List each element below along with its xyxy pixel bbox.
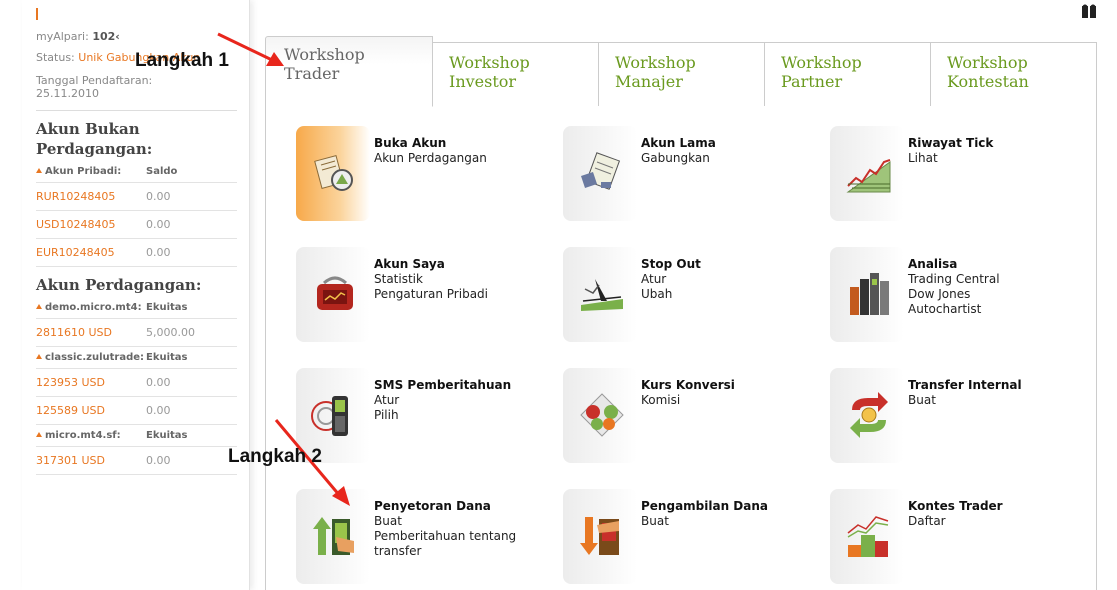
page: myAlpari: 102‹ Status: Unik Gabungkan Ak… <box>0 0 1117 590</box>
annotation-arrows <box>217 32 350 506</box>
annotation-step2: Langkah 2 <box>228 446 322 467</box>
annotation-step1: Langkah 1 <box>135 50 229 71</box>
